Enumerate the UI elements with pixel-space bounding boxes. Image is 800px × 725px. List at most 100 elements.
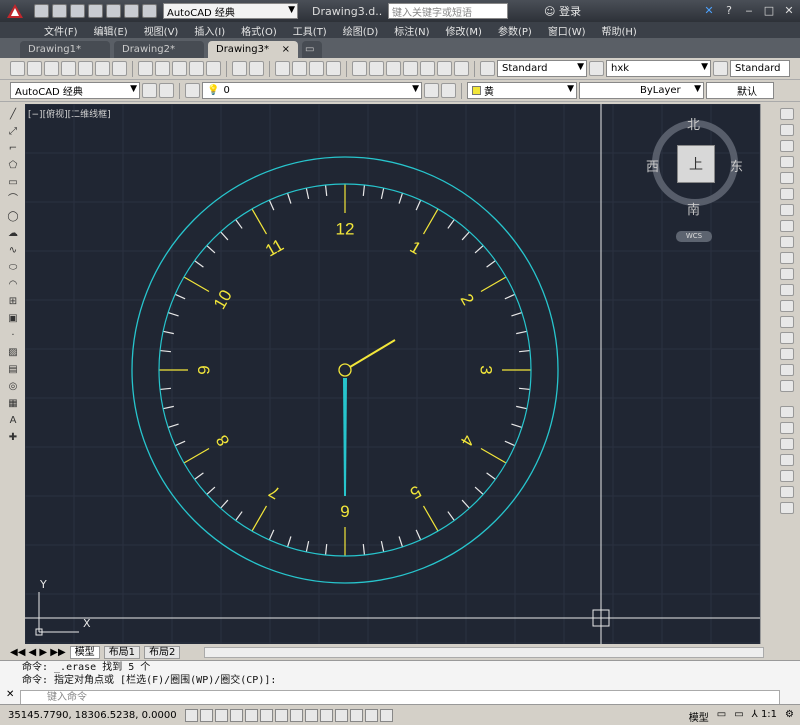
viewcube-south[interactable]: 南 [687, 199, 700, 218]
first-layout-icon[interactable]: ◀◀ ◀ ▶ ▶▶ [10, 647, 66, 658]
drawing-canvas[interactable]: [−][俯视][二维线框] 12 1 2 3 4 5 6 7 8 9 10 11 Y X 上 北 南 … [25, 104, 760, 644]
redo-icon[interactable] [249, 61, 264, 76]
send-under-icon[interactable] [780, 470, 794, 482]
menu-item-format[interactable]: 格式(O) [241, 23, 277, 38]
command-window-close-icon[interactable]: ✕ [6, 689, 14, 700]
make-block-icon[interactable]: ▣ [6, 312, 20, 325]
ellipse-icon[interactable]: ⬭ [6, 261, 20, 274]
insert-block-icon[interactable]: ⊞ [6, 295, 20, 308]
break-at-point-icon[interactable] [780, 284, 794, 296]
workspace-switching-icon[interactable]: ⚙ [785, 709, 794, 724]
tool-palettes-icon[interactable] [386, 61, 401, 76]
polygon-icon[interactable]: ⬠ [6, 159, 20, 172]
open-icon[interactable] [27, 61, 42, 76]
viewcube-west[interactable]: 西 [646, 156, 659, 175]
close-icon[interactable]: × [282, 44, 290, 55]
rotate-icon[interactable] [780, 204, 794, 216]
hatch-to-back-icon[interactable] [780, 502, 794, 514]
close-button[interactable]: ✕ [782, 3, 796, 17]
customize-icon[interactable] [159, 83, 174, 98]
viewcube-face-top[interactable]: 上 [677, 145, 715, 183]
zoom-window-icon[interactable] [309, 61, 324, 76]
horizontal-scrollbar[interactable] [204, 646, 765, 658]
menu-item-tools[interactable]: 工具(T) [293, 23, 327, 38]
text-to-front-icon[interactable] [780, 486, 794, 498]
infer-constraints-icon[interactable] [184, 708, 198, 722]
rectangle-icon[interactable]: ▭ [6, 176, 20, 189]
color-dropdown[interactable]: 黄 ▼ [467, 82, 577, 99]
polyline-icon[interactable]: ⌐ [6, 142, 20, 155]
tab-drawing2[interactable]: Drawing2* [114, 41, 204, 58]
stretch-icon[interactable] [780, 236, 794, 248]
blend-curves-icon[interactable] [780, 364, 794, 376]
mirror-icon[interactable] [780, 140, 794, 152]
menu-item-window[interactable]: 窗口(W) [548, 23, 586, 38]
new-tab-button[interactable]: ▭ [302, 41, 322, 58]
selection-cycling-icon[interactable] [379, 708, 393, 722]
text-style-icon[interactable] [480, 61, 495, 76]
menu-item-modify[interactable]: 修改(M) [446, 23, 482, 38]
new-file-icon[interactable] [34, 4, 49, 18]
workspace-switch-dropdown[interactable]: AutoCAD 经典 ▼ [10, 82, 140, 99]
zoom-previous-icon[interactable] [326, 61, 341, 76]
send-to-back-icon[interactable] [780, 438, 794, 450]
grid-display-icon[interactable] [214, 708, 228, 722]
workspace-dropdown[interactable]: AutoCAD 经典 ▼ [163, 3, 298, 19]
3d-object-snap-icon[interactable] [274, 708, 288, 722]
properties-icon[interactable] [352, 61, 367, 76]
dim-style-icon[interactable] [589, 61, 604, 76]
join-icon[interactable] [780, 316, 794, 328]
tab-layout1[interactable]: 布局1 [103, 645, 141, 659]
pan-icon[interactable] [275, 61, 290, 76]
application-menu-button[interactable] [0, 0, 30, 22]
open-file-icon[interactable] [52, 4, 67, 18]
point-icon[interactable]: · [6, 329, 20, 342]
lineweight-icon[interactable] [334, 708, 348, 722]
table-icon[interactable]: ▦ [6, 397, 20, 410]
markup-icon[interactable] [420, 61, 435, 76]
sheet-set-icon[interactable] [403, 61, 418, 76]
annotation-scale-button[interactable]: ⅄ 1:1 [752, 709, 777, 724]
viewcube-north[interactable]: 北 [687, 114, 700, 133]
plot-preview-icon[interactable] [78, 61, 93, 76]
revision-cloud-icon[interactable]: ☁ [6, 227, 20, 240]
lineweight-dropdown[interactable]: 默认 [706, 82, 774, 99]
save-icon[interactable] [44, 61, 59, 76]
tab-layout2[interactable]: 布局2 [144, 645, 181, 659]
object-snap-tracking-icon[interactable] [289, 708, 303, 722]
spline-icon[interactable]: ∿ [6, 244, 20, 257]
vertical-scrollbar[interactable] [760, 104, 776, 644]
tab-model[interactable]: 模型 [69, 645, 100, 659]
break-icon[interactable] [780, 300, 794, 312]
transparency-icon[interactable] [349, 708, 363, 722]
help-icon[interactable]: ? [722, 3, 736, 17]
menu-item-insert[interactable]: 插入(I) [194, 23, 225, 38]
undo-icon[interactable] [124, 4, 139, 18]
maximize-button[interactable]: □ [762, 3, 776, 17]
copy-icon[interactable] [155, 61, 170, 76]
save-as-icon[interactable] [88, 4, 103, 18]
fillet-icon[interactable] [780, 348, 794, 360]
tab-drawing1[interactable]: Drawing1* [20, 41, 110, 58]
offset-icon[interactable] [780, 156, 794, 168]
new-icon[interactable] [10, 61, 25, 76]
circle-icon[interactable]: ◯ [6, 210, 20, 223]
table-style-icon[interactable] [713, 61, 728, 76]
minimize-button[interactable]: ‒ [742, 3, 756, 17]
explode-icon[interactable] [780, 380, 794, 392]
scale-icon[interactable] [780, 220, 794, 232]
match-properties-icon[interactable] [189, 61, 204, 76]
menu-item-parametric[interactable]: 参数(P) [498, 23, 532, 38]
copy-object-icon[interactable] [780, 124, 794, 136]
layer-previous-icon[interactable] [441, 83, 456, 98]
3d-print-icon[interactable] [112, 61, 127, 76]
dim-style-dropdown[interactable]: hxk ▼ [606, 60, 711, 77]
dynamic-input-icon[interactable] [319, 708, 333, 722]
redo-icon[interactable] [142, 4, 157, 18]
quickcalc-icon[interactable] [437, 61, 452, 76]
clock-drawing[interactable]: 121234567891011 [131, 156, 559, 584]
bring-to-front-icon[interactable] [780, 422, 794, 434]
help-icon[interactable] [454, 61, 469, 76]
menu-item-edit[interactable]: 编辑(E) [94, 23, 128, 38]
menu-item-view[interactable]: 视图(V) [144, 23, 179, 38]
